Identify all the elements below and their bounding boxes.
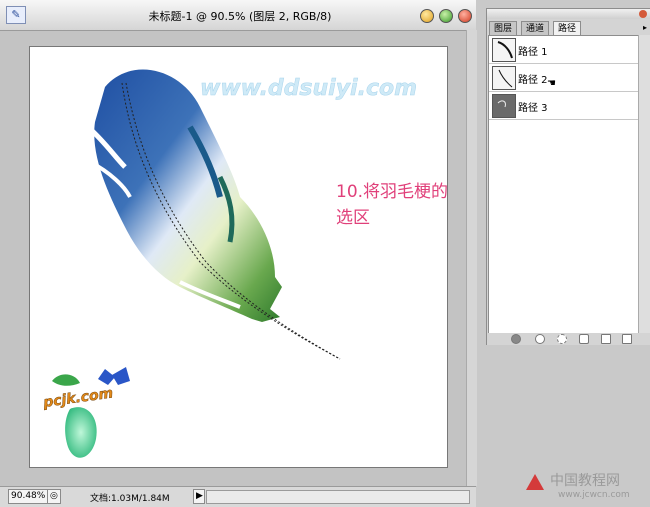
path-item-label: 路径 2 (518, 75, 548, 86)
vertical-scrollbar[interactable] (466, 30, 477, 486)
document-canvas[interactable]: www.ddsuiyi.com 10.将羽毛梗的路径转换为 选区 pcjk.co… (29, 46, 448, 468)
document-title: 未标题-1 @ 90.5% (图层 2, RGB/8) (148, 10, 332, 23)
panel-scrollbar[interactable] (638, 35, 650, 333)
canvas-artwork: www.ddsuiyi.com 10.将羽毛梗的路径转换为 选区 pcjk.co… (41, 69, 447, 458)
new-path-icon[interactable] (601, 334, 611, 344)
maximize-button[interactable] (439, 9, 453, 23)
photoshop-doc-icon: ✎ (6, 6, 26, 24)
document-window: ✎ 未标题-1 @ 90.5% (图层 2, RGB/8) www.ddsuiy… (0, 0, 477, 507)
path-thumbnail-icon (492, 94, 516, 118)
feather-shape (86, 69, 341, 360)
fill-path-icon[interactable] (511, 334, 521, 344)
site-logo-icon (526, 474, 544, 490)
path-thumbnail-icon (492, 38, 516, 62)
hand-cursor-icon: ☚ (547, 78, 556, 89)
delete-path-icon[interactable] (622, 334, 632, 344)
stroke-path-icon[interactable] (535, 334, 545, 344)
tab-channels[interactable]: 通道 (521, 21, 550, 36)
caption-line2: 选区 (336, 208, 370, 228)
path-thumbnail-icon (492, 66, 516, 90)
minimize-button[interactable] (420, 9, 434, 23)
site-watermark: 中国教程网 www.jcwcn.com (524, 466, 650, 506)
panel-tabs: 图层 通道 路径 ▸ (487, 21, 650, 36)
document-size-info: 文档:1.03M/1.84M (90, 494, 170, 504)
panel-titlebar[interactable] (487, 9, 650, 19)
close-button[interactable] (458, 9, 472, 23)
path-item-3[interactable]: 路径 3 (489, 92, 638, 120)
path-item-1[interactable]: 路径 1 (489, 36, 638, 64)
panel-menu-icon[interactable]: ▸ (643, 23, 647, 32)
status-menu-icon[interactable]: ◎ (47, 489, 61, 504)
caption-line1: 10.将羽毛梗的路径转换为 (336, 182, 447, 202)
paths-panel: 图层 通道 路径 ▸ 路径 1 路径 2 ☚ 路径 3 (486, 8, 650, 346)
logo-emblem (52, 367, 130, 458)
panel-close-icon[interactable] (639, 10, 647, 18)
site-watermark-text: www.ddsuiyi.com (200, 76, 417, 101)
path-list: 路径 1 路径 2 ☚ 路径 3 (488, 35, 639, 335)
status-bar: 90.48% ◎ 文档:1.03M/1.84M ▶ (0, 486, 476, 507)
path-item-label: 路径 1 (518, 47, 548, 58)
path-item-2[interactable]: 路径 2 ☚ (489, 64, 638, 92)
path-item-label: 路径 3 (518, 103, 548, 114)
tab-paths[interactable]: 路径 (553, 21, 582, 36)
panel-bottom-toolbar (487, 333, 650, 345)
zoom-field[interactable]: 90.48% (8, 489, 48, 504)
horizontal-scrollbar[interactable] (206, 490, 470, 504)
site-name: 中国教程网 (550, 473, 620, 489)
make-work-path-icon[interactable] (579, 334, 589, 344)
site-url: www.jcwcn.com (558, 490, 630, 500)
load-selection-icon[interactable] (557, 334, 567, 344)
status-arrow-icon[interactable]: ▶ (193, 489, 205, 504)
tab-layers[interactable]: 图层 (489, 21, 518, 36)
document-titlebar[interactable]: ✎ 未标题-1 @ 90.5% (图层 2, RGB/8) (0, 0, 476, 31)
